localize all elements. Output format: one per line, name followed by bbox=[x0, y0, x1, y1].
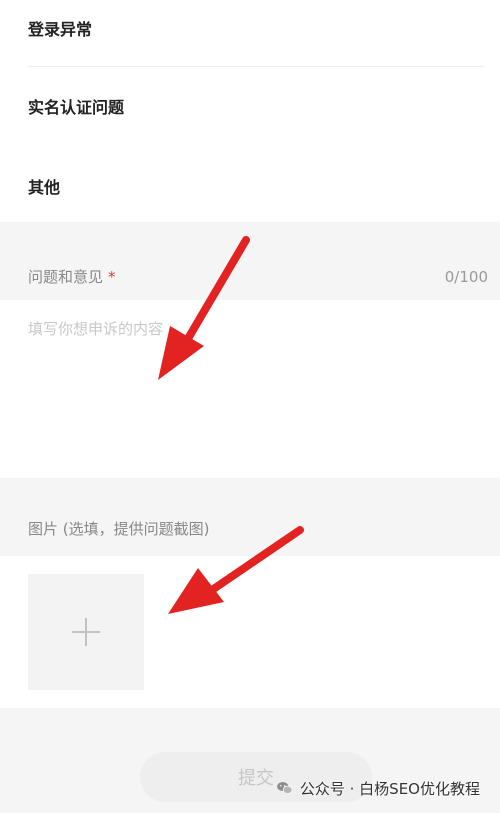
issue-type-list: 登录异常 实名认证问题 其他 bbox=[0, 0, 500, 222]
feedback-title-text: 问题和意见 bbox=[28, 268, 104, 286]
wechat-icon bbox=[277, 782, 293, 794]
option-label: 实名认证问题 bbox=[28, 98, 125, 117]
image-section-title: 图片 (选填，提供问题截图) bbox=[28, 520, 210, 538]
watermark: 公众号 · 白杨SEO优化教程 bbox=[276, 776, 480, 800]
option-label: 登录异常 bbox=[28, 20, 93, 39]
required-mark: * bbox=[108, 268, 116, 286]
divider bbox=[28, 66, 484, 67]
option-label: 其他 bbox=[28, 178, 61, 197]
watermark-text: 公众号 · 白杨SEO优化教程 bbox=[299, 779, 480, 798]
feedback-page: 登录异常 实名认证问题 其他 问题和意见* 0/100 图片 (选填，提供问题截… bbox=[0, 0, 500, 813]
character-counter: 0/100 bbox=[444, 268, 488, 286]
feedback-section-title: 问题和意见 * bbox=[28, 267, 116, 287]
option-other[interactable]: 其他 bbox=[0, 158, 500, 218]
add-image-button[interactable] bbox=[28, 574, 144, 690]
image-upload-panel bbox=[0, 556, 500, 708]
option-real-name-auth[interactable]: 实名认证问题 bbox=[0, 78, 500, 138]
feedback-textarea[interactable] bbox=[0, 300, 500, 478]
option-login-abnormal[interactable]: 登录异常 bbox=[0, 0, 500, 67]
